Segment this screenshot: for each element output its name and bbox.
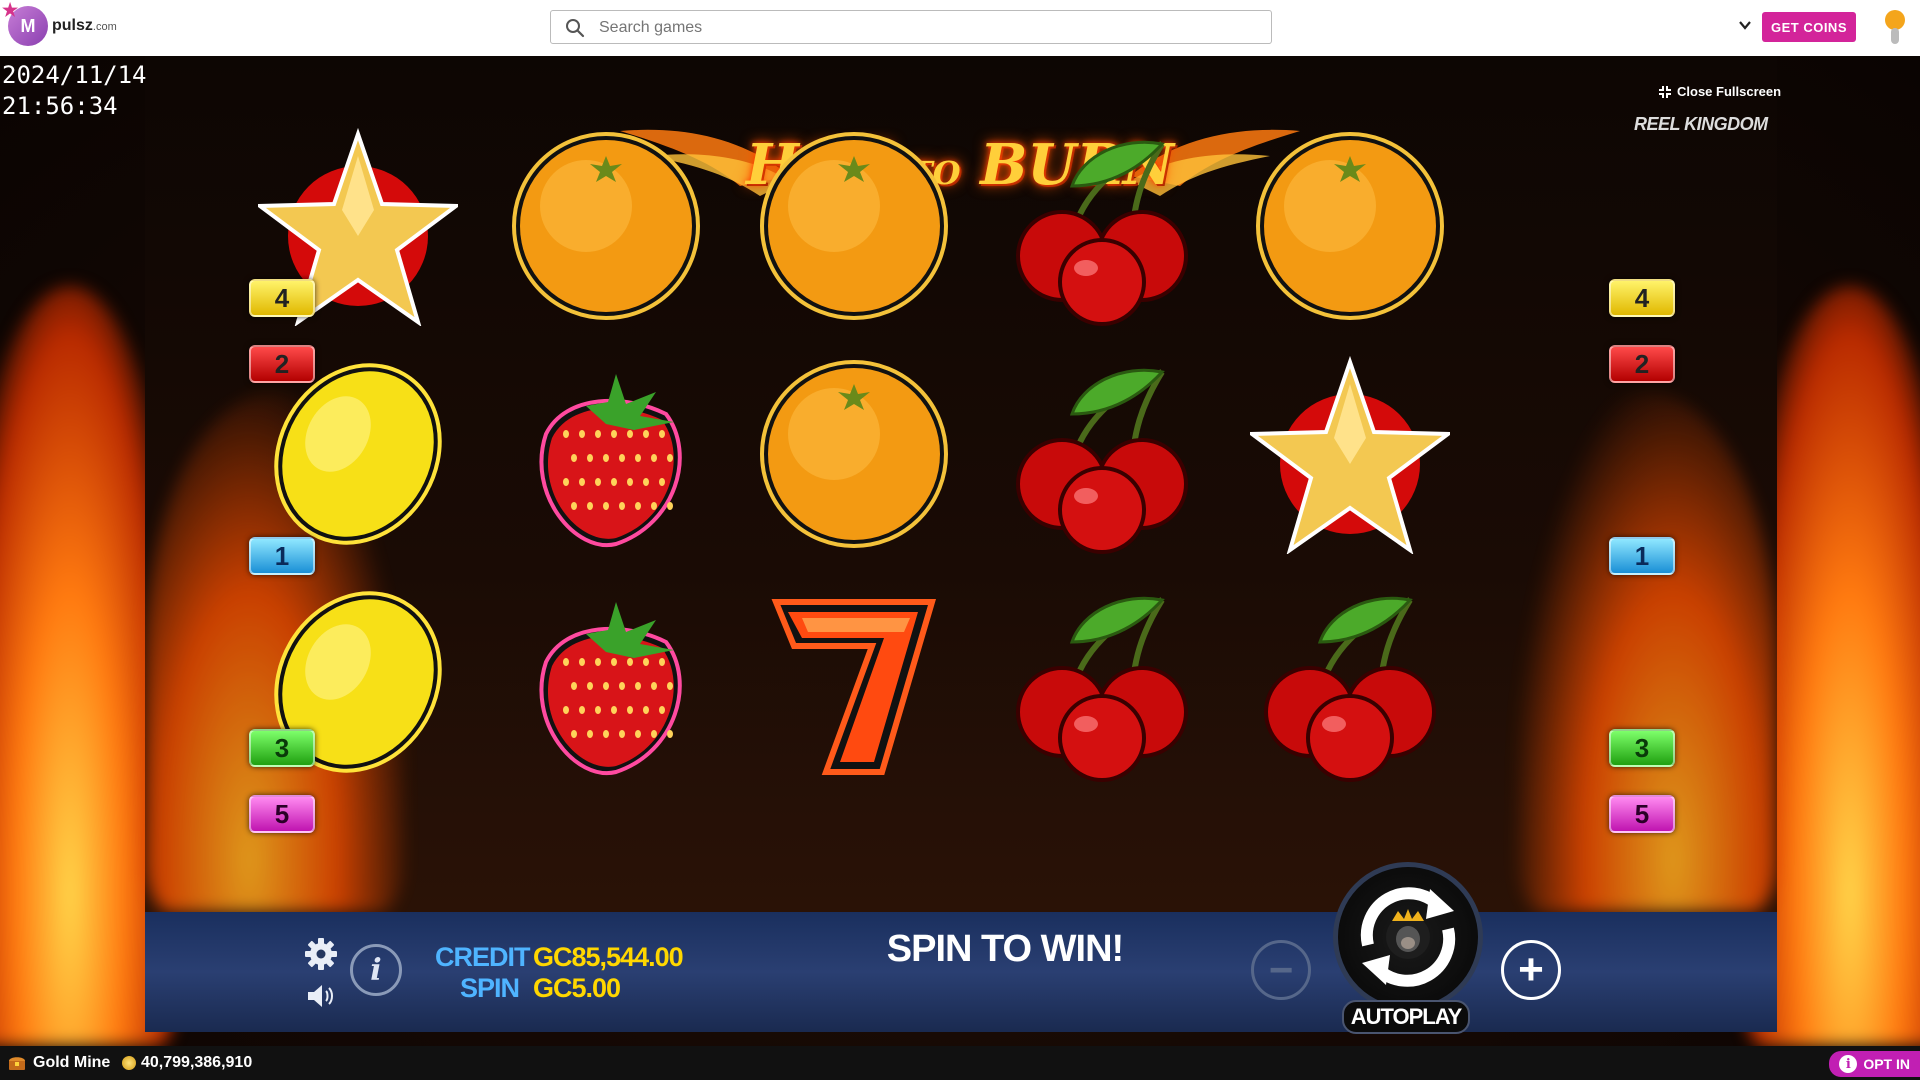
minus-icon: −: [1268, 946, 1294, 993]
reel-symbol-strawberry: [501, 349, 711, 559]
date-text: 2024/11/14: [2, 61, 147, 89]
treasure-chest-icon: [9, 1057, 25, 1070]
info-icon: i: [1839, 1055, 1858, 1073]
logo-text: pulsz.com: [52, 17, 117, 35]
close-fullscreen-label: Close Fullscreen: [1677, 84, 1782, 99]
logo-name: pulsz: [52, 17, 93, 34]
provider-logo: REEL KINGDOM: [1634, 114, 1768, 134]
payline-badge-left: 4: [249, 279, 315, 317]
spin-button[interactable]: [1333, 862, 1483, 1012]
payline-badge-right: 4: [1609, 279, 1675, 317]
info-button[interactable]: i: [350, 944, 402, 996]
spin-row: SPIN GC5.00: [435, 973, 683, 1004]
reel-symbol-strawberry: [501, 577, 711, 787]
coin-icon: [122, 1056, 136, 1070]
reel-symbol-seven: [749, 577, 959, 787]
payline-badge-right: 3: [1609, 729, 1675, 767]
payline-badge-left: 5: [249, 795, 315, 833]
opt-in-label: OPT IN: [1863, 1056, 1910, 1072]
speaker-icon[interactable]: [305, 982, 337, 1010]
payline-badge-right: 5: [1609, 795, 1675, 833]
reel-symbol-star: [1245, 349, 1455, 559]
top-bar: ★ M pulsz.com GET COINS: [0, 0, 1920, 57]
payline-badge-left: 2: [249, 345, 315, 383]
time-text: 21:56:34: [2, 92, 118, 120]
reel-symbol-cherry: [997, 349, 1207, 559]
logo-letter: M: [20, 15, 36, 36]
close-fullscreen-button[interactable]: Close Fullscreen: [1658, 84, 1781, 99]
reel-symbol-orange: [749, 121, 959, 331]
plus-icon: +: [1518, 945, 1544, 994]
control-panel: i CREDIT GC85,544.00 SPIN GC5.00 SPIN TO W…: [145, 862, 1777, 1034]
flame-decoration: [1517, 392, 1777, 912]
reel-symbol-cherry: [997, 121, 1207, 331]
info-icon: i: [370, 952, 382, 988]
balance-display: CREDIT GC85,544.00 SPIN GC5.00: [435, 942, 684, 1004]
logo-badge: ★ M: [2, 0, 48, 46]
search-icon: [566, 19, 585, 38]
datetime-overlay: 2024/11/14 21:56:34: [2, 60, 147, 122]
reel-symbol-orange: [501, 121, 711, 331]
chevron-down-icon[interactable]: [1736, 16, 1754, 34]
reel-symbol-orange: [1245, 121, 1455, 331]
gear-icon[interactable]: [303, 936, 339, 972]
currency-name: Gold Mine: [33, 1054, 111, 1071]
payline-badge-left: 3: [249, 729, 315, 767]
credit-value: GC85,544.00: [533, 942, 684, 972]
payline-badge-left: 1: [249, 537, 315, 575]
spin-arrows-icon: [1360, 887, 1456, 987]
search-box[interactable]: [550, 10, 1272, 45]
coin-balance: 40,799,386,910: [141, 1054, 253, 1071]
reel-symbol-orange: [749, 349, 959, 559]
footer-bar: Gold Mine 40,799,386,910 i OPT IN: [0, 1046, 1920, 1080]
increase-bet-button[interactable]: +: [1501, 940, 1561, 1000]
payline-badge-right: 1: [1609, 537, 1675, 575]
game-area: 2024/11/14 21:56:34 Close Fullscreen REE…: [0, 56, 1920, 1046]
decrease-bet-button[interactable]: −: [1251, 940, 1311, 1000]
star-icon: ★: [2, 0, 19, 20]
reel-symbol-cherry: [997, 577, 1207, 787]
credit-row: CREDIT GC85,544.00: [435, 942, 684, 973]
collapse-icon: [1659, 85, 1671, 98]
spin-value: GC5.00: [533, 973, 621, 1003]
autoplay-button[interactable]: AUTOPLAY: [1342, 1000, 1470, 1034]
avatar-icon[interactable]: [1882, 8, 1908, 48]
spin-label: SPIN: [459, 973, 520, 1003]
site-logo[interactable]: ★ M pulsz.com: [2, 0, 117, 46]
payline-badge-right: 2: [1609, 345, 1675, 383]
logo-suffix: .com: [92, 21, 117, 33]
credit-label: CREDIT: [435, 942, 531, 972]
get-coins-button[interactable]: GET COINS: [1762, 12, 1856, 42]
reel-symbol-cherry: [1245, 577, 1455, 787]
search-input[interactable]: [597, 11, 1261, 45]
opt-in-button[interactable]: i OPT IN: [1829, 1051, 1920, 1077]
status-message: SPIN TO WIN!: [886, 928, 1124, 970]
